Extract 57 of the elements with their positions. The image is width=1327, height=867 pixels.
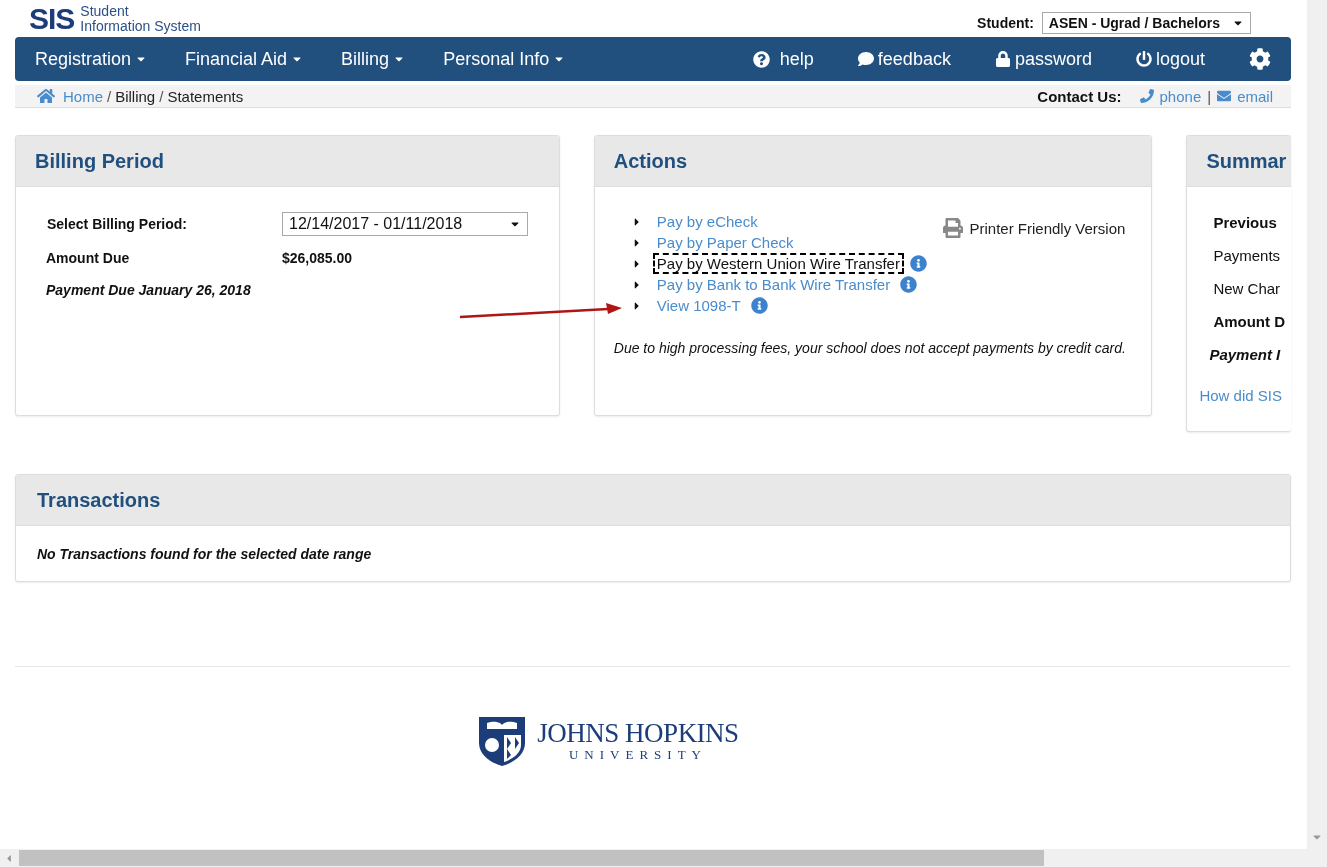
nav-menu-item[interactable]: Registration: [35, 48, 148, 70]
nav-link[interactable]: password: [994, 48, 1092, 70]
action-link[interactable]: View 1098-T: [654, 297, 743, 314]
nav-menu-item[interactable]: Billing: [341, 48, 406, 70]
email-icon: [1217, 89, 1232, 103]
power-icon: [1135, 51, 1152, 67]
nav-link[interactable]: logout: [1135, 48, 1205, 70]
info-icon[interactable]: [750, 297, 768, 314]
settings-icon[interactable]: [1249, 48, 1271, 70]
action-link[interactable]: Pay by Western Union Wire Transfer: [654, 255, 902, 272]
nav-menu-item[interactable]: Financial Aid: [185, 48, 304, 70]
card-title: Billing Period: [35, 149, 164, 173]
info-icon[interactable]: [909, 255, 927, 272]
vertical-scrollbar[interactable]: [1307, 0, 1327, 849]
help-icon: [752, 50, 770, 68]
printer-link[interactable]: Printer Friendly Version: [943, 217, 1126, 239]
home-icon[interactable]: [37, 87, 55, 105]
contact-separator: |: [1207, 87, 1212, 105]
nav-menu-item[interactable]: Personal Info: [443, 48, 566, 70]
empty-message: No Transactions found for the selected date range: [37, 546, 373, 562]
speech-bubble-icon: [857, 51, 874, 67]
student-select[interactable]: ASEN - Ugrad / Bachelors: [1041, 12, 1251, 34]
breadcrumb-text: Statements: [167, 87, 244, 105]
due-date-text: Payment Due January 26, 2018: [46, 282, 252, 298]
phone-icon: [1139, 89, 1154, 103]
summary-label: Payments: [1213, 247, 1282, 266]
summary-label: Amount D: [1213, 313, 1287, 332]
printer-icon: [943, 218, 964, 238]
student-label: Student:: [977, 15, 1034, 31]
summary-link[interactable]: How did SIS: [1199, 387, 1291, 404]
action-link[interactable]: Pay by Paper Check: [654, 234, 796, 251]
lock-icon: [994, 51, 1011, 67]
horizontal-scrollbar[interactable]: [0, 849, 1327, 867]
university-name: JOHNS HOPKINS: [537, 719, 739, 747]
field-label: Amount Due: [46, 250, 131, 266]
summary-label: Previous: [1213, 214, 1278, 233]
scrollbar-thumb[interactable]: [19, 850, 1044, 866]
action-link[interactable]: Pay by eCheck: [654, 213, 760, 230]
summary-label: Payment I: [1209, 346, 1282, 365]
university-subtitle: UNIVERSITY: [569, 747, 707, 763]
credit-card-note: Due to high processing fees, your school does not accept payments by credit card.: [613, 340, 1127, 357]
shield-logo: [477, 715, 528, 767]
nav-link[interactable]: help: [752, 48, 814, 70]
info-icon[interactable]: [900, 276, 918, 293]
amount-value: $26,085.00: [282, 250, 354, 266]
action-link[interactable]: Pay by Bank to Bank Wire Transfer: [654, 276, 893, 293]
nav-link[interactable]: feedback: [857, 48, 951, 70]
card-title: Summar: [1206, 149, 1287, 173]
breadcrumb-separator: /: [107, 87, 112, 105]
breadcrumb-text: Billing: [115, 87, 156, 105]
contact-label: Contact Us:: [1037, 87, 1122, 105]
billing-period-select[interactable]: 12/14/2017 - 01/11/2018: [282, 212, 528, 236]
card-title: Actions: [613, 149, 688, 173]
field-label: Select Billing Period:: [46, 216, 189, 232]
summary-label: New Char: [1213, 280, 1282, 299]
breadcrumb-separator: /: [159, 87, 164, 105]
card-title: Transactions: [36, 488, 161, 512]
